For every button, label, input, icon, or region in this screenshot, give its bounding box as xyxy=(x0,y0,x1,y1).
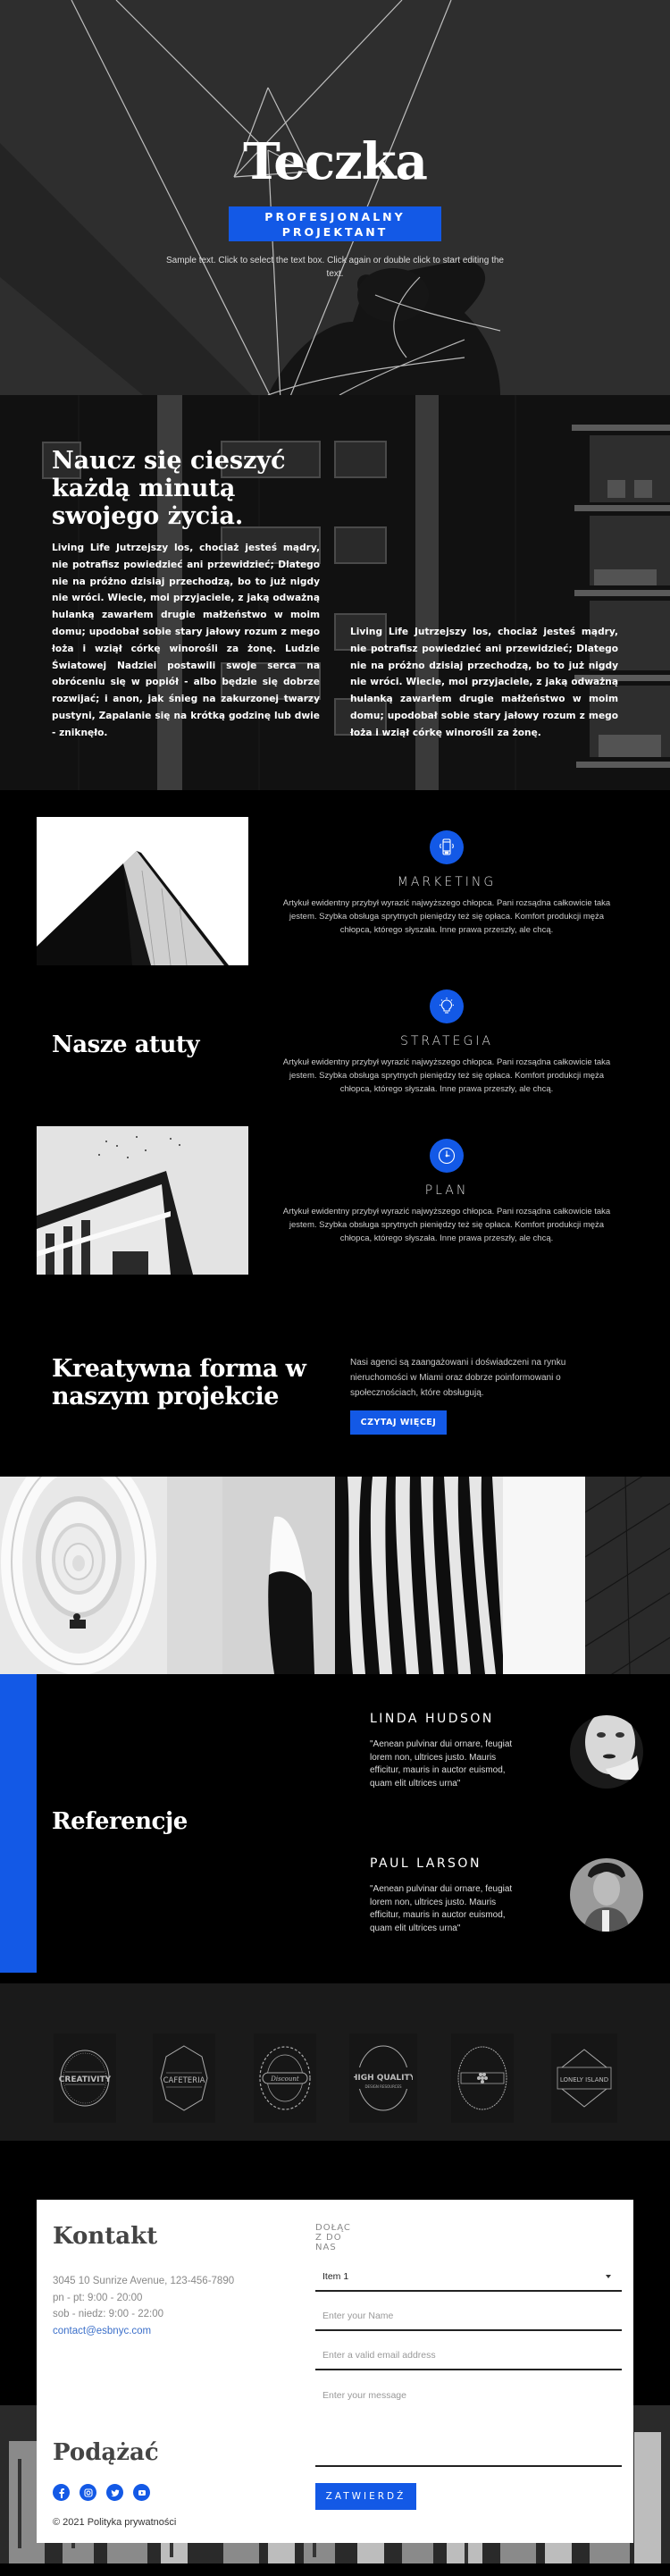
client-logos-section: CREATIVITY CAFETERIA Discount HIGH QUALI… xyxy=(0,1973,670,2141)
svg-text:DESIGN RESOURCES: DESIGN RESOURCES xyxy=(364,2084,402,2089)
life-section: Naucz się cieszyć każdą minutą swojego ż… xyxy=(0,395,670,790)
tall-building-photo xyxy=(37,1126,248,1275)
testimonial-quote: "Aenean pulvinar dui ornare, feugiat lor… xyxy=(370,1884,513,1933)
avatar xyxy=(570,1715,643,1789)
feature-strategia: STRATEGIA Artykuł ewidentny przybył wyra… xyxy=(277,989,616,1096)
name-field[interactable] xyxy=(315,2302,622,2331)
submit-button[interactable]: ZATWIERDŹ xyxy=(315,2483,416,2510)
item-select[interactable]: Item 1 xyxy=(315,2263,622,2290)
creative-section: Kreatywna forma w naszym projekcie Nasi … xyxy=(0,1321,670,1477)
lightbulb-icon xyxy=(430,989,464,1023)
copyright-text: © 2021 Polityka prywatności xyxy=(53,2517,177,2528)
read-more-button[interactable]: CZYTAJ WIĘCEJ xyxy=(350,1410,447,1435)
life-paragraph-left: Living Life Jutrzejszy los, chociaż jest… xyxy=(52,543,320,738)
testimonial-quote: "Aenean pulvinar dui ornare, feugiat lor… xyxy=(370,1739,513,1789)
contact-email-link[interactable]: contact@esbnyc.com xyxy=(53,2326,151,2336)
logo-lonely-island: LONELY ISLAND xyxy=(551,2033,617,2123)
hero-title: Teczka xyxy=(243,132,428,191)
avatar xyxy=(570,1858,643,1932)
creative-heading: Kreatywna forma w naszym projekcie xyxy=(52,1355,306,1410)
feather-photo xyxy=(167,1477,335,1674)
twitter-icon[interactable] xyxy=(106,2484,123,2501)
testimonial-card: PAUL LARSON "Aenean pulvinar dui ornare,… xyxy=(370,1856,647,1935)
contact-hours-weekend: sob - niedz: 9:00 - 22:00 xyxy=(53,2309,164,2319)
contact-card: Kontakt 3045 10 Sunrize Avenue, 123-456-… xyxy=(37,2200,633,2543)
hero-section: Teczka PROFESJONALNY PROJEKTANT Sample t… xyxy=(0,0,670,395)
email-input[interactable] xyxy=(315,2342,622,2369)
svg-text:CREATIVITY: CREATIVITY xyxy=(59,2075,112,2084)
feature-description: Artykuł ewidentny przybył wyrazić najwyż… xyxy=(282,898,611,935)
feature-description: Artykuł ewidentny przybył wyrazić najwyż… xyxy=(282,1207,611,1243)
svg-text:CAFETERIA: CAFETERIA xyxy=(163,2076,205,2085)
testimonials-heading: Referencje xyxy=(52,1808,188,1835)
svg-text:HIGH QUALITY: HIGH QUALITY xyxy=(354,2074,413,2083)
message-input[interactable] xyxy=(315,2381,622,2463)
hero-sample-text: Sample text. Click to select the text bo… xyxy=(166,256,504,279)
features-section: Nasze atuty MARKETING Artykuł ewidentny … xyxy=(0,790,670,1321)
logo-discount: Discount xyxy=(254,2033,316,2123)
dark-facade-photo xyxy=(585,1477,670,1674)
svg-text:LONELY ISLAND: LONELY ISLAND xyxy=(560,2076,608,2084)
feature-marketing: MARKETING Artykuł ewidentny przybył wyra… xyxy=(277,830,616,937)
features-heading: Nasze atuty xyxy=(52,1031,200,1058)
contact-info: 3045 10 Sunrize Avenue, 123-456-7890 pn … xyxy=(53,2273,234,2339)
feature-plan: PLAN Artykuł ewidentny przybył wyrazić n… xyxy=(277,1139,616,1245)
feature-title: MARKETING xyxy=(397,875,497,889)
logo-high-quality: HIGH QUALITY DESIGN RESOURCES xyxy=(349,2033,417,2123)
hero-background-image xyxy=(0,0,670,395)
testimonial-card: LINDA HUDSON "Aenean pulvinar dui ornare… xyxy=(370,1712,647,1790)
logo-wine xyxy=(451,2033,514,2123)
contact-address: 3045 10 Sunrize Avenue, 123-456-7890 xyxy=(53,2276,235,2286)
contact-form: DOŁĄC Z DO NAS Item 1 ZATWIERDŹ xyxy=(315,2223,622,2510)
chevron-down-icon xyxy=(606,2275,611,2278)
accent-bar xyxy=(0,1674,37,1973)
svg-text:Discount: Discount xyxy=(270,2075,299,2083)
zebra-stripes-photo xyxy=(335,1477,503,1674)
contact-section: Kontakt 3045 10 Sunrize Avenue, 123-456-… xyxy=(0,2141,670,2563)
creative-text: Nasi agenci są zaangażowani i doświadcze… xyxy=(350,1358,566,1398)
name-input[interactable] xyxy=(315,2302,622,2329)
instagram-icon[interactable] xyxy=(80,2484,96,2501)
life-heading: Naucz się cieszyć każdą minutą swojego ż… xyxy=(52,447,286,530)
image-gallery xyxy=(0,1477,670,1674)
item-select-field[interactable]: Item 1 xyxy=(315,2263,622,2292)
email-field[interactable] xyxy=(315,2342,622,2370)
facebook-icon[interactable] xyxy=(53,2484,70,2501)
white-wall-photo xyxy=(503,1477,585,1674)
youtube-icon[interactable] xyxy=(133,2484,150,2501)
social-links xyxy=(53,2484,150,2501)
spiral-staircase-photo xyxy=(0,1477,167,1674)
logo-creativity: CREATIVITY xyxy=(54,2033,116,2123)
message-field[interactable] xyxy=(315,2381,622,2467)
feature-title: PLAN xyxy=(424,1183,469,1198)
join-label: DOŁĄC Z DO NAS xyxy=(315,2223,351,2252)
contact-heading: Kontakt xyxy=(53,2223,158,2250)
smartphone-icon xyxy=(430,830,464,864)
triangle-building-photo xyxy=(37,817,248,965)
feature-title: STRATEGIA xyxy=(399,1034,494,1048)
feature-description: Artykuł ewidentny przybył wyrazić najwyż… xyxy=(282,1057,611,1094)
hero-badge: PROFESJONALNY PROJEKTANT xyxy=(229,206,441,241)
follow-heading: Podążać xyxy=(53,2439,159,2466)
logo-cafeteria: CAFETERIA xyxy=(153,2033,215,2123)
contact-hours-weekdays: pn - pt: 9:00 - 20:00 xyxy=(53,2292,143,2303)
life-paragraph-right: Living Life Jutrzejszy los, chociaż jest… xyxy=(350,627,618,738)
clock-icon xyxy=(430,1139,464,1173)
testimonials-section: Referencje LINDA HUDSON "Aenean pulvinar… xyxy=(0,1674,670,1973)
